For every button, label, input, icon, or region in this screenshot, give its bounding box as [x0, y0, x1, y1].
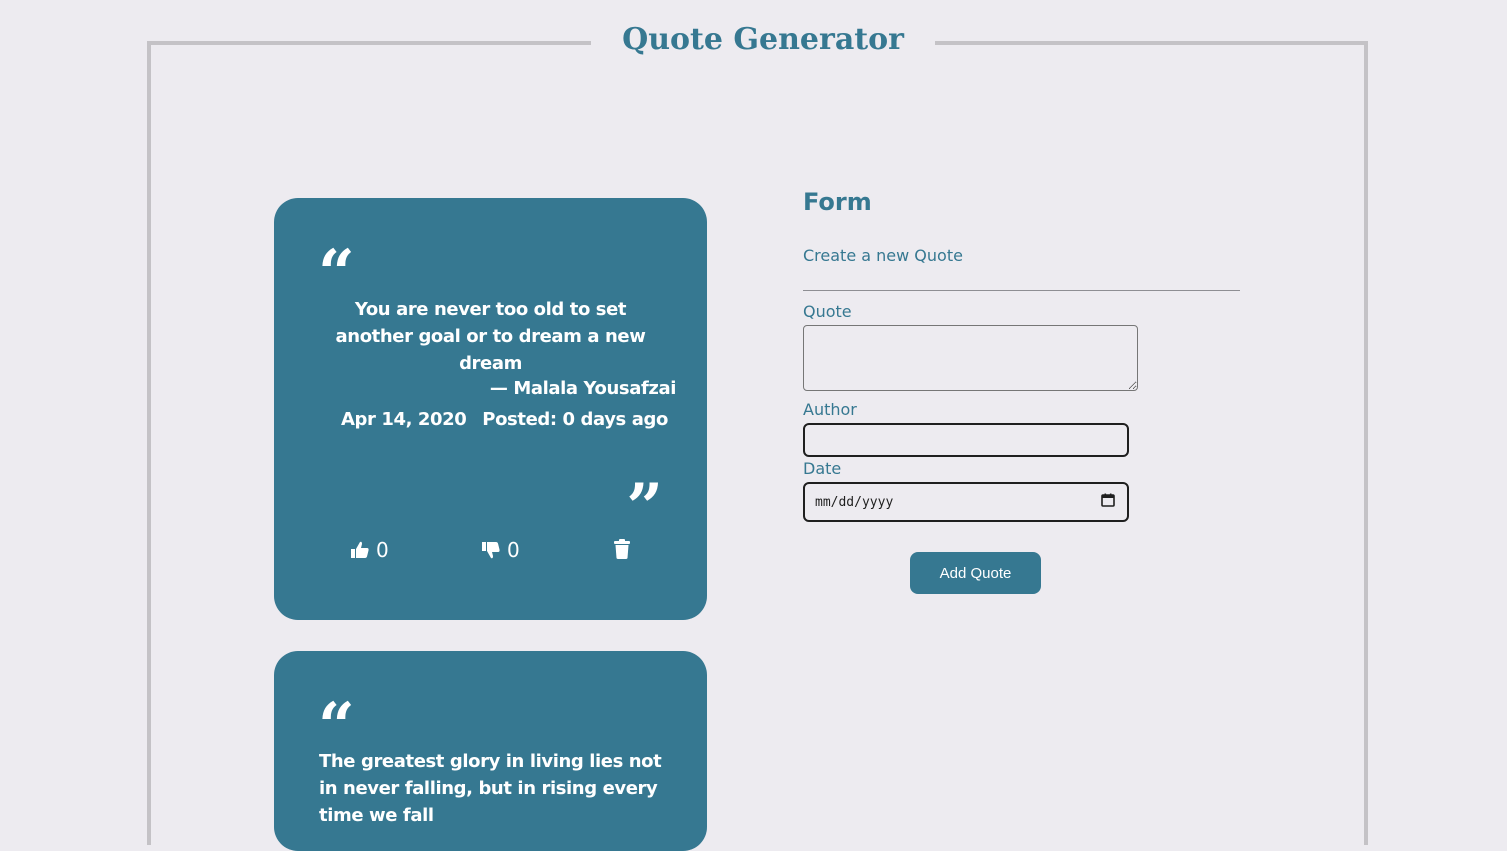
thumbs-up-icon: [350, 540, 370, 560]
thumbs-down-icon: [481, 540, 501, 560]
dislike-button[interactable]: 0: [481, 538, 520, 562]
author-input[interactable]: [803, 423, 1129, 457]
close-quote-icon: ”: [626, 470, 663, 545]
quote-input[interactable]: [803, 325, 1138, 391]
like-button[interactable]: 0: [350, 538, 389, 562]
quote-actions: 0 0: [274, 538, 707, 562]
quote-text: You are never too old to set another goa…: [335, 299, 646, 374]
calendar-icon[interactable]: [1101, 493, 1115, 511]
quote-meta: Apr 14, 2020 Posted: 0 days ago: [341, 409, 668, 430]
quote-card: “ You are never too old to set another g…: [274, 198, 707, 620]
like-count: 0: [376, 538, 389, 562]
quote-card: “ The greatest glory in living lies not …: [274, 651, 707, 851]
add-quote-button[interactable]: Add Quote: [910, 552, 1041, 594]
dislike-count: 0: [507, 538, 520, 562]
quote-date: Apr 14, 2020: [341, 409, 467, 430]
page-title: Quote Generator: [622, 22, 904, 57]
trash-icon: [612, 538, 632, 560]
quote-text: The greatest glory in living lies not in…: [319, 751, 662, 826]
delete-button[interactable]: [612, 538, 632, 560]
date-input[interactable]: mm/dd/yyyy: [803, 482, 1129, 522]
quote-author: — Malala Yousafzai: [489, 378, 676, 399]
date-placeholder: mm/dd/yyyy: [815, 494, 894, 510]
form-heading: Form: [803, 188, 872, 216]
quote-posted: Posted: 0 days ago: [482, 409, 668, 430]
quote-label: Quote: [803, 302, 852, 321]
form-divider: [803, 290, 1240, 291]
form-subheading: Create a new Quote: [803, 246, 963, 265]
author-label: Author: [803, 400, 857, 419]
date-label: Date: [803, 459, 842, 478]
